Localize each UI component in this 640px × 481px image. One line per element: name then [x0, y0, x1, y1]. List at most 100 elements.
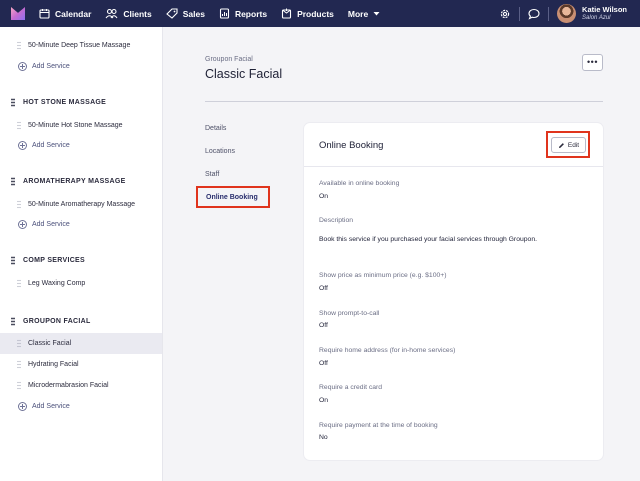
field-label-home-address: Require home address (for in-home servic… [319, 347, 456, 354]
card-title: Online Booking [319, 140, 384, 151]
plus-circle-icon [18, 402, 27, 411]
plus-circle-icon [18, 62, 27, 71]
nav-divider [548, 6, 550, 21]
nav-clients[interactable]: Clients [105, 8, 152, 19]
nav-calendar[interactable]: Calendar [39, 8, 91, 19]
edit-button[interactable]: Edit [551, 137, 586, 153]
field-label-payment: Require payment at the time of booking [319, 422, 438, 429]
add-service-button[interactable]: Add Service [18, 62, 70, 71]
field-value-min-price: Off [319, 285, 328, 292]
nav-clients-label: Clients [123, 8, 152, 19]
tab-online-booking[interactable]: Online Booking [196, 186, 270, 208]
add-service-label: Add Service [32, 221, 70, 228]
add-service-button[interactable]: Add Service [18, 220, 70, 229]
drag-handle-icon[interactable] [11, 317, 15, 326]
more-options-button[interactable]: ••• [582, 54, 603, 71]
drag-handle-icon[interactable] [17, 339, 21, 348]
drag-handle-icon[interactable] [17, 381, 21, 390]
group-header-comp[interactable]: COMP SERVICES [11, 256, 85, 265]
service-item-hydrating-facial[interactable]: Hydrating Facial [0, 354, 162, 375]
clients-icon [105, 8, 118, 19]
settings-gear-icon[interactable] [499, 8, 511, 20]
drag-handle-icon[interactable] [11, 98, 15, 107]
group-label: GROUPON FACIAL [23, 318, 91, 325]
group-header-groupon[interactable]: GROUPON FACIAL [11, 317, 91, 326]
card-divider [304, 166, 603, 167]
field-value-credit-card: On [319, 397, 329, 404]
app-logo[interactable] [11, 7, 25, 20]
top-nav-bar: Calendar Clients Sales Reports Products … [0, 0, 640, 27]
group-label: COMP SERVICES [23, 257, 85, 264]
products-icon [282, 8, 292, 19]
tab-staff[interactable]: Staff [205, 171, 219, 178]
service-item-classic-facial[interactable]: Classic Facial [0, 333, 162, 354]
drag-handle-icon[interactable] [17, 360, 21, 369]
add-service-label: Add Service [32, 403, 70, 410]
nav-calendar-label: Calendar [55, 8, 92, 19]
nav-divider [519, 6, 521, 21]
service-label: Classic Facial [28, 340, 72, 347]
group-label: HOT STONE MASSAGE [23, 99, 107, 106]
group-label: AROMATHERAPY MASSAGE [23, 178, 126, 185]
pencil-icon [558, 142, 564, 148]
add-service-label: Add Service [32, 63, 70, 70]
field-value-payment: No [319, 434, 328, 441]
page-title: Classic Facial [205, 67, 283, 81]
service-label: Microdermabrasion Facial [28, 382, 109, 389]
nav-right-group: Katie Wilson Salon Azul [499, 0, 640, 27]
chevron-down-icon [373, 12, 380, 16]
add-service-button[interactable]: Add Service [18, 402, 70, 411]
online-booking-card [304, 123, 603, 460]
service-item-deep-tissue[interactable]: 50-Minute Deep Tissue Massage [0, 35, 162, 56]
field-value-home-address: Off [319, 360, 328, 367]
service-item-hot-stone[interactable]: 50-Minute Hot Stone Massage [0, 115, 162, 136]
service-label: 50-Minute Aromatherapy Massage [28, 201, 135, 208]
nav-products[interactable]: Products [281, 8, 334, 19]
service-label: Hydrating Facial [28, 361, 79, 368]
service-label: 50-Minute Deep Tissue Massage [28, 42, 131, 49]
service-label: 50-Minute Hot Stone Massage [28, 122, 123, 129]
field-value-prompt-to-call: Off [319, 322, 328, 329]
field-label-credit-card: Require a credit card [319, 384, 383, 391]
plus-circle-icon [18, 220, 27, 229]
nav-reports-label: Reports [234, 8, 268, 19]
group-header-aromatherapy[interactable]: AROMATHERAPY MASSAGE [11, 177, 126, 186]
service-item-microdermabrasion[interactable]: Microdermabrasion Facial [0, 375, 162, 396]
service-item-leg-waxing[interactable]: Leg Waxing Comp [0, 273, 162, 294]
services-sidebar: 50-Minute Deep Tissue Massage Add Servic… [0, 27, 163, 481]
header-divider [205, 101, 603, 102]
nav-sales[interactable]: Sales [165, 8, 205, 19]
drag-handle-icon[interactable] [11, 177, 15, 186]
nav-more[interactable]: More [348, 9, 381, 19]
field-label-description: Description [319, 217, 353, 224]
reports-icon [219, 8, 229, 19]
business-name: Salon Azul [582, 15, 611, 21]
tab-details[interactable]: Details [205, 125, 226, 132]
drag-handle-icon[interactable] [17, 121, 21, 130]
sales-tag-icon [165, 8, 178, 19]
edit-button-label: Edit [567, 141, 580, 149]
tab-locations[interactable]: Locations [205, 148, 235, 155]
user-menu[interactable]: Katie Wilson Salon Azul [582, 5, 627, 22]
field-label-available: Available in online booking [319, 180, 400, 187]
service-item-aromatherapy[interactable]: 50-Minute Aromatherapy Massage [0, 194, 162, 215]
drag-handle-icon[interactable] [17, 200, 21, 209]
field-value-available: On [319, 193, 329, 200]
field-label-prompt-to-call: Show prompt-to-call [319, 310, 380, 317]
user-avatar[interactable] [557, 4, 577, 23]
user-name: Katie Wilson [582, 5, 627, 14]
nav-products-label: Products [297, 8, 334, 19]
nav-more-label: More [347, 8, 369, 19]
nav-sales-label: Sales [182, 8, 205, 19]
service-label: Leg Waxing Comp [28, 280, 86, 287]
tab-online-booking-label: Online Booking [206, 193, 258, 201]
field-value-description: Book this service if you purchased your … [319, 236, 537, 243]
add-service-button[interactable]: Add Service [18, 141, 70, 150]
chat-bubble-icon[interactable] [528, 8, 540, 20]
nav-reports[interactable]: Reports [219, 8, 267, 19]
drag-handle-icon[interactable] [17, 41, 21, 50]
group-header-hot-stone[interactable]: HOT STONE MASSAGE [11, 98, 106, 107]
plus-circle-icon [18, 141, 27, 150]
drag-handle-icon[interactable] [11, 256, 15, 265]
drag-handle-icon[interactable] [17, 279, 21, 288]
